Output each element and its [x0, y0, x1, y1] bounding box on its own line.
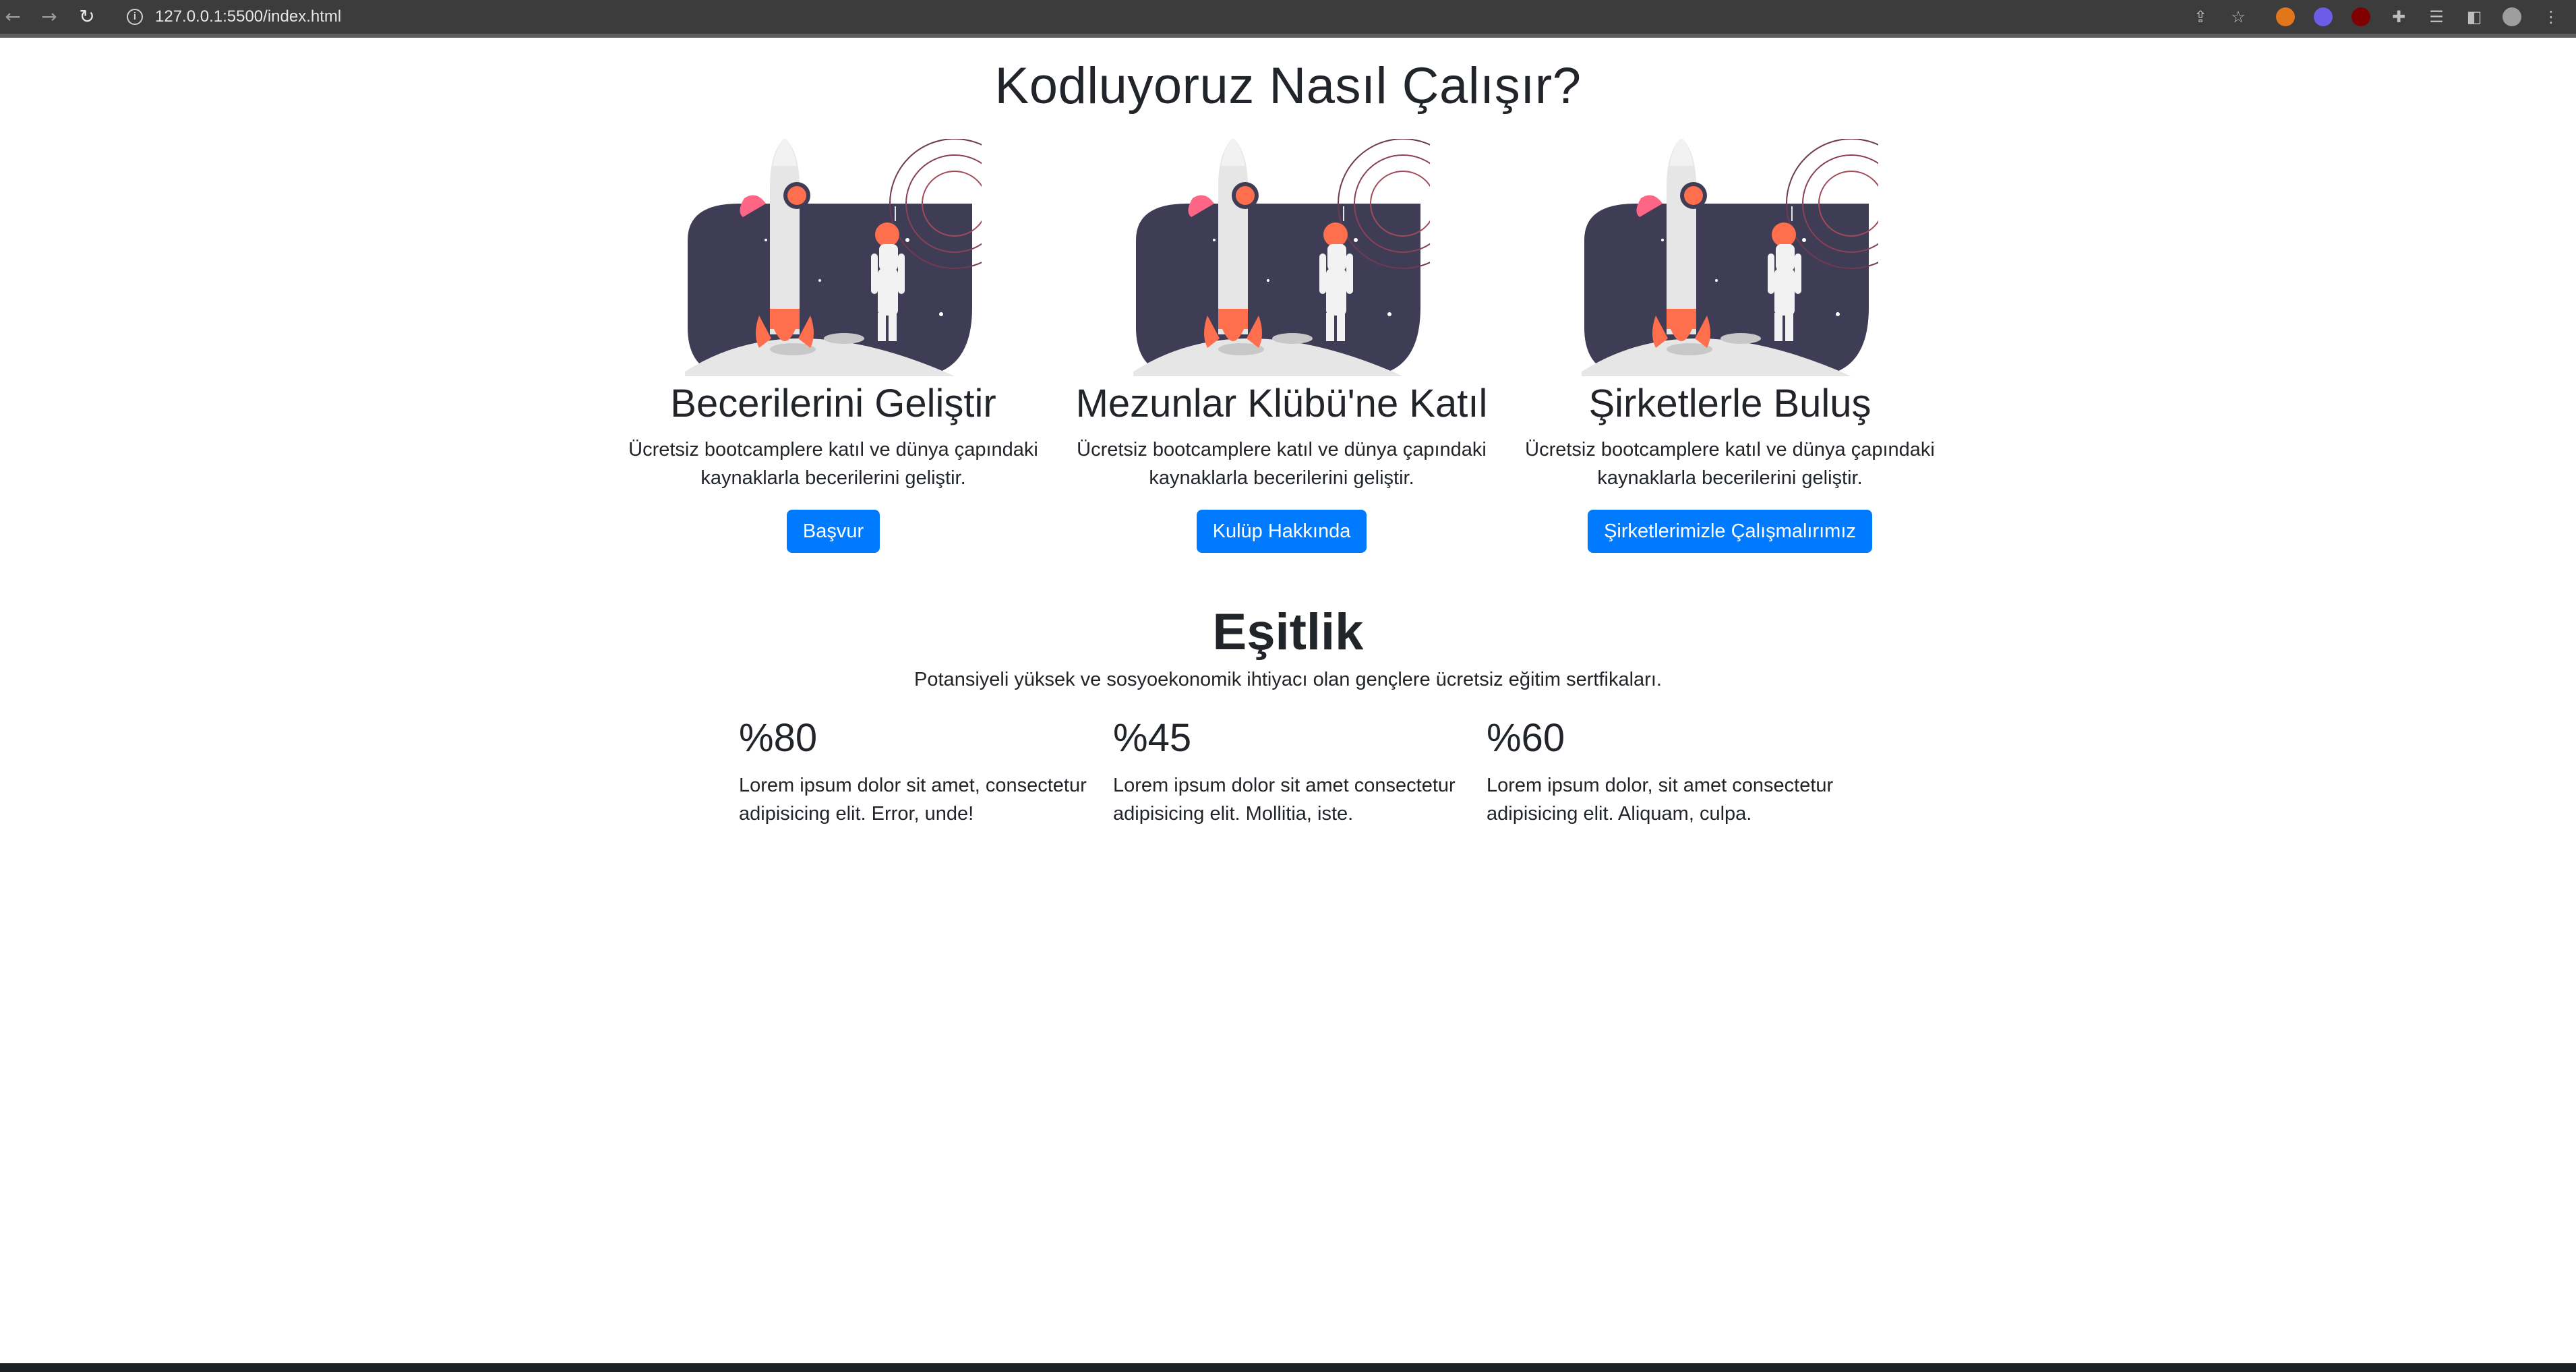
info-icon[interactable]: i	[127, 9, 143, 25]
card-text: Ücretsiz bootcamplere katıl ve dünya çap…	[1525, 439, 1935, 489]
card-title: Mezunlar Klübü'ne Katıl	[1075, 382, 1488, 425]
share-icon[interactable]: ⇪	[2190, 6, 2211, 28]
extensions-icon[interactable]: ✚	[2388, 6, 2409, 28]
side-panel-icon[interactable]: ◧	[2463, 6, 2485, 28]
stat-item: %60 Lorem ipsum dolor, sit amet consecte…	[1487, 715, 1851, 828]
card-skills: Becerilerini Geliştir Ücretsiz bootcampl…	[611, 139, 1056, 553]
page-title: Kodluyoruz Nasıl Çalışır?	[994, 57, 1582, 115]
our-companies-button[interactable]: Şirketlerimizle Çalışmalırımız	[1588, 510, 1872, 553]
card-title: Becerilerini Geliştir	[670, 382, 996, 425]
equality-title: Eşitlik	[1212, 603, 1364, 661]
address-bar[interactable]	[115, 4, 2151, 30]
reload-icon[interactable]: ↻	[76, 5, 98, 28]
ublock-extension-icon[interactable]	[2352, 7, 2370, 26]
stat-text: Lorem ipsum dolor sit amet, consectetur …	[739, 775, 1087, 825]
extension-icon[interactable]	[2314, 7, 2333, 26]
rocket-astronaut-illustration	[685, 139, 982, 376]
profile-icon[interactable]	[2503, 7, 2521, 26]
address-bar-url[interactable]: 127.0.0.1:5500/index.html	[155, 6, 341, 28]
stat-item: %80 Lorem ipsum dolor sit amet, consecte…	[739, 715, 1103, 828]
equality-subtitle: Potansiyeli yüksek ve sosyoekonomik ihti…	[914, 669, 1662, 690]
taskbar	[0, 1363, 2576, 1372]
stat-text: Lorem ipsum dolor sit amet consectetur a…	[1113, 775, 1456, 825]
card-title: Şirketlerle Buluş	[1588, 382, 1871, 425]
page-content: Kodluyoruz Nasıl Çalışır? Becerilerini G…	[0, 38, 2576, 1363]
card-text: Ücretsiz bootcamplere katıl ve dünya çap…	[628, 439, 1038, 489]
menu-icon[interactable]: ⋮	[2540, 6, 2562, 28]
star-icon[interactable]: ☆	[2227, 6, 2249, 28]
stat-value: %60	[1487, 716, 1565, 760]
card-text: Ücretsiz bootcamplere katıl ve dünya çap…	[1077, 439, 1487, 489]
stat-text: Lorem ipsum dolor, sit amet consectetur …	[1487, 775, 1834, 825]
card-companies: Şirketlerle Buluş Ücretsiz bootcamplere …	[1507, 139, 1952, 553]
apply-button[interactable]: Başvur	[786, 510, 880, 553]
club-about-button[interactable]: Kulüp Hakkında	[1196, 510, 1367, 553]
stat-value: %80	[739, 716, 818, 760]
forward-icon[interactable]: →	[38, 5, 61, 28]
reading-list-icon[interactable]: ☰	[2426, 6, 2447, 28]
stat-value: %45	[1113, 716, 1192, 760]
rocket-astronaut-illustration	[1582, 139, 1878, 376]
rocket-astronaut-illustration	[1133, 139, 1430, 376]
stat-item: %45 Lorem ipsum dolor sit amet consectet…	[1113, 715, 1477, 828]
back-icon[interactable]: ←	[1, 5, 24, 28]
card-alumni-club: Mezunlar Klübü'ne Katıl Ücretsiz bootcam…	[1059, 139, 1504, 553]
metamask-extension-icon[interactable]	[2276, 7, 2295, 26]
